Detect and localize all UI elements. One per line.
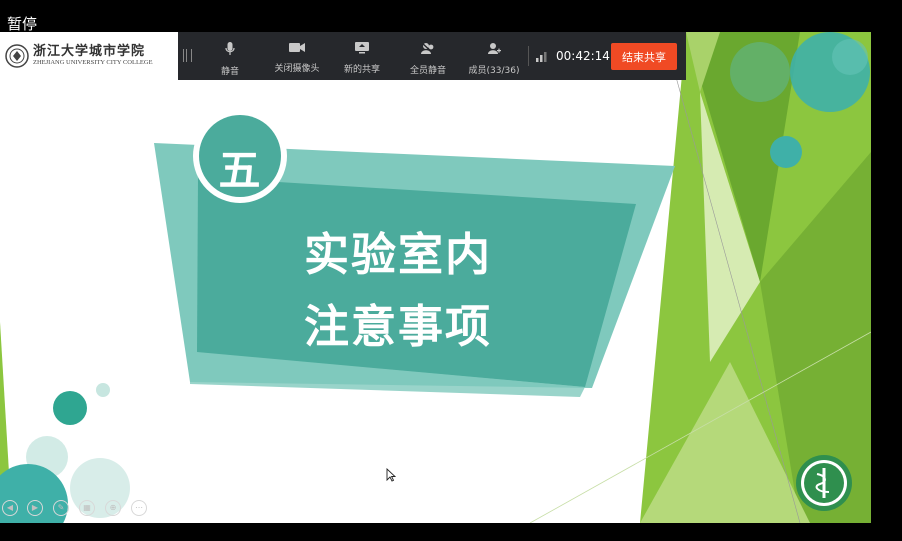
pen-tool-icon[interactable]: ✎: [53, 500, 69, 516]
previous-slide-icon[interactable]: ◀: [2, 500, 18, 516]
logo-name-en: ZHEJIANG UNIVERSITY CITY COLLEGE: [33, 59, 153, 67]
slide-title-line1: 实验室内: [304, 228, 493, 281]
mute-all-label: 全员静音: [409, 66, 446, 76]
medical-emblem-icon: [796, 455, 852, 511]
network-signal-icon: [536, 52, 547, 62]
more-options-icon[interactable]: ⋯: [131, 500, 147, 516]
mouse-cursor-icon: [386, 468, 396, 482]
share-screen-icon: [355, 42, 369, 54]
university-seal-icon: [5, 44, 29, 68]
camera-icon: [289, 43, 305, 52]
end-share-button[interactable]: 结束共享: [611, 43, 677, 70]
turn-off-camera-label: 关闭摄像头: [274, 64, 320, 74]
paused-status-text: 暂停: [7, 15, 38, 33]
meeting-timer: 00:42:14: [556, 49, 610, 63]
next-slide-icon[interactable]: ▶: [27, 500, 43, 516]
meeting-toolbar: 静音 关闭摄像头 新的共享 全员静音 成员(33/36) 00:42:14 结束…: [178, 32, 686, 80]
zoom-icon[interactable]: ⊕: [105, 500, 121, 516]
mute-button[interactable]: 静音: [208, 32, 252, 80]
toolbar-divider: [528, 46, 529, 66]
turn-off-camera-button[interactable]: 关闭摄像头: [266, 32, 328, 80]
slides-overview-icon[interactable]: ▦: [79, 500, 95, 516]
drag-handle-icon[interactable]: [183, 49, 192, 62]
mute-all-button[interactable]: 全员静音: [403, 32, 453, 80]
microphone-icon: [225, 42, 235, 55]
slide-title-line2: 注意事项: [304, 300, 493, 353]
mute-label: 静音: [220, 67, 239, 77]
new-share-button[interactable]: 新的共享: [338, 32, 386, 80]
logo-name-cn: 浙江大学城市学院: [33, 44, 146, 60]
members-button[interactable]: 成员(33/36): [465, 32, 523, 80]
section-number: 五: [218, 146, 261, 195]
members-icon: [487, 43, 501, 54]
university-logo: 浙江大学城市学院 ZHEJIANG UNIVERSITY CITY COLLEG…: [5, 44, 153, 68]
members-label: 成员(33/36): [468, 66, 520, 76]
mute-all-icon: [421, 42, 435, 55]
shared-slide: 浙江大学城市学院 ZHEJIANG UNIVERSITY CITY COLLEG…: [0, 32, 871, 523]
new-share-label: 新的共享: [343, 65, 380, 75]
